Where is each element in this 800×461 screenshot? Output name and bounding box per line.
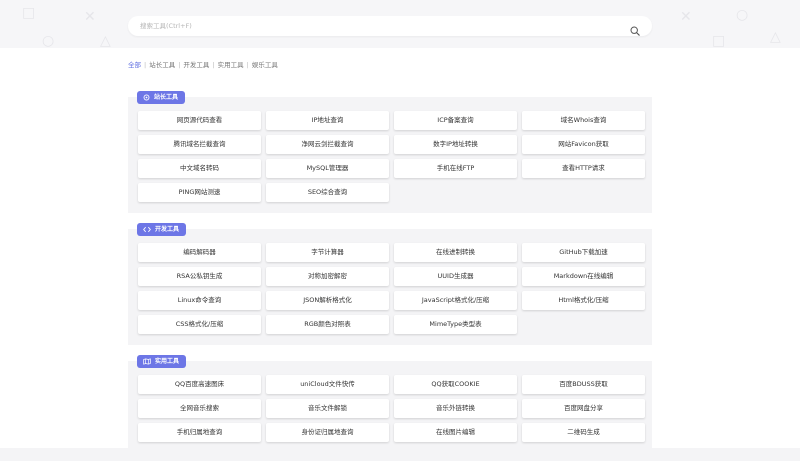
section-title-pill[interactable]: 站长工具: [137, 91, 186, 104]
tool-button[interactable]: PING网站测速: [138, 183, 261, 202]
tool-button[interactable]: MimeType类型表: [394, 315, 517, 334]
breadcrumb-all[interactable]: 全部: [128, 61, 141, 69]
tool-grid: QQ百度高速图床 uniCloud文件快传 QQ获取COOKIE 百度BDUSS…: [138, 375, 645, 442]
tool-button[interactable]: 在线进制转换: [394, 243, 517, 262]
tool-button[interactable]: 中文域名转码: [138, 159, 261, 178]
map-icon: [143, 358, 151, 365]
tool-button[interactable]: 身份证归属地查询: [266, 423, 389, 442]
tool-button[interactable]: CSS格式化/压缩: [138, 315, 261, 334]
tool-button[interactable]: 二维码生成: [522, 423, 645, 442]
tool-button[interactable]: IP地址查询: [266, 111, 389, 130]
tool-button[interactable]: 域名Whois查询: [522, 111, 645, 130]
tool-button[interactable]: 字节计算器: [266, 243, 389, 262]
tool-button[interactable]: 网页源代码查看: [138, 111, 261, 130]
section-title: 开发工具: [155, 226, 180, 233]
breadcrumb-entertainment[interactable]: 娱乐工具: [252, 61, 278, 69]
tool-button[interactable]: 音乐外链转换: [394, 399, 517, 418]
section-title: 实用工具: [155, 358, 180, 365]
tool-button[interactable]: JavaScript格式化/压缩: [394, 291, 517, 310]
section-title-pill[interactable]: 实用工具: [137, 355, 187, 368]
settings-icon: [143, 94, 150, 101]
tool-button[interactable]: UUID生成器: [394, 267, 517, 286]
breadcrumb-utility[interactable]: 实用工具: [218, 61, 244, 69]
search-bar: [128, 16, 652, 36]
section-utility-tools: 实用工具 QQ百度高速图床 uniCloud文件快传 QQ获取COOKIE 百度…: [128, 355, 652, 461]
decor-cross-icon: ✕: [84, 9, 96, 25]
breadcrumb-webmaster[interactable]: 站长工具: [149, 61, 175, 69]
tool-button[interactable]: 音乐文件解锁: [266, 399, 389, 418]
decor-circle-icon: ○: [736, 7, 749, 23]
tool-button[interactable]: SEO综合查询: [266, 183, 389, 202]
tool-button[interactable]: RSA公私钥生成: [138, 267, 261, 286]
tool-button[interactable]: 编码解码器: [138, 243, 261, 262]
search-icon[interactable]: [630, 21, 640, 36]
tool-button[interactable]: QQ百度高速图床: [138, 375, 261, 394]
tool-button[interactable]: Markdown在线编辑: [522, 267, 645, 286]
tool-button[interactable]: 手机归属地查询: [138, 423, 261, 442]
tool-grid: 编码解码器 字节计算器 在线进制转换 GitHub下载加速 RSA公私钥生成 对…: [138, 243, 645, 334]
search-input[interactable]: [140, 16, 610, 36]
section-title: 站长工具: [154, 94, 179, 101]
tool-button[interactable]: ICP备案查询: [394, 111, 517, 130]
decor-square-icon: □: [712, 33, 726, 48]
decor-circle-icon: ○: [42, 33, 55, 48]
decor-triangle-icon: △: [100, 33, 111, 48]
tool-grid: 网页源代码查看 IP地址查询 ICP备案查询 域名Whois查询 腾讯域名拦截查…: [138, 111, 645, 202]
tool-button[interactable]: uniCloud文件快传: [266, 375, 389, 394]
code-icon: [143, 226, 151, 233]
decor-cross-icon: ✕: [680, 9, 692, 25]
tool-button[interactable]: MySQL管理器: [266, 159, 389, 178]
tool-button[interactable]: 查看HTTP请求: [522, 159, 645, 178]
tool-button[interactable]: JSON解析格式化: [266, 291, 389, 310]
tool-button[interactable]: Html格式化/压缩: [522, 291, 645, 310]
tool-button[interactable]: 全网音乐搜索: [138, 399, 261, 418]
tool-button[interactable]: 百度BDUSS获取: [522, 375, 645, 394]
tool-button[interactable]: RGB颜色对照表: [266, 315, 389, 334]
section-webmaster-tools: 站长工具 网页源代码查看 IP地址查询 ICP备案查询 域名Whois查询 腾讯…: [128, 91, 652, 213]
tool-button[interactable]: 百度网盘分享: [522, 399, 645, 418]
tool-button[interactable]: 腾讯域名拦截查询: [138, 135, 261, 154]
breadcrumb: 全部 | 站长工具 | 开发工具 | 实用工具 | 娱乐工具: [128, 61, 278, 69]
tool-button[interactable]: 在线图片编辑: [394, 423, 517, 442]
tool-button[interactable]: 网站Favicon获取: [522, 135, 645, 154]
main-content: 全部 | 站长工具 | 开发工具 | 实用工具 | 娱乐工具 站长工具 网页源代码查看 IP地址…: [0, 48, 800, 461]
tool-button[interactable]: 数字IP地址转换: [394, 135, 517, 154]
tool-button[interactable]: 手机在线FTP: [394, 159, 517, 178]
section-title-pill[interactable]: 开发工具: [137, 223, 187, 236]
tool-button[interactable]: GitHub下载加速: [522, 243, 645, 262]
tool-button[interactable]: 净网云剑拦截查询: [266, 135, 389, 154]
tool-button[interactable]: Linux命令查询: [138, 291, 261, 310]
decor-triangle-icon: △: [770, 29, 781, 45]
section-dev-tools: 开发工具 编码解码器 字节计算器 在线进制转换 GitHub下载加速 RSA公私…: [128, 223, 652, 345]
breadcrumb-dev[interactable]: 开发工具: [183, 61, 209, 69]
tool-button[interactable]: 对称加密解密: [266, 267, 389, 286]
decor-square-icon: □: [22, 5, 36, 21]
tool-button[interactable]: QQ获取COOKIE: [394, 375, 517, 394]
header: □ ✕ ○ △ ✕ ○ □ △: [0, 0, 800, 48]
